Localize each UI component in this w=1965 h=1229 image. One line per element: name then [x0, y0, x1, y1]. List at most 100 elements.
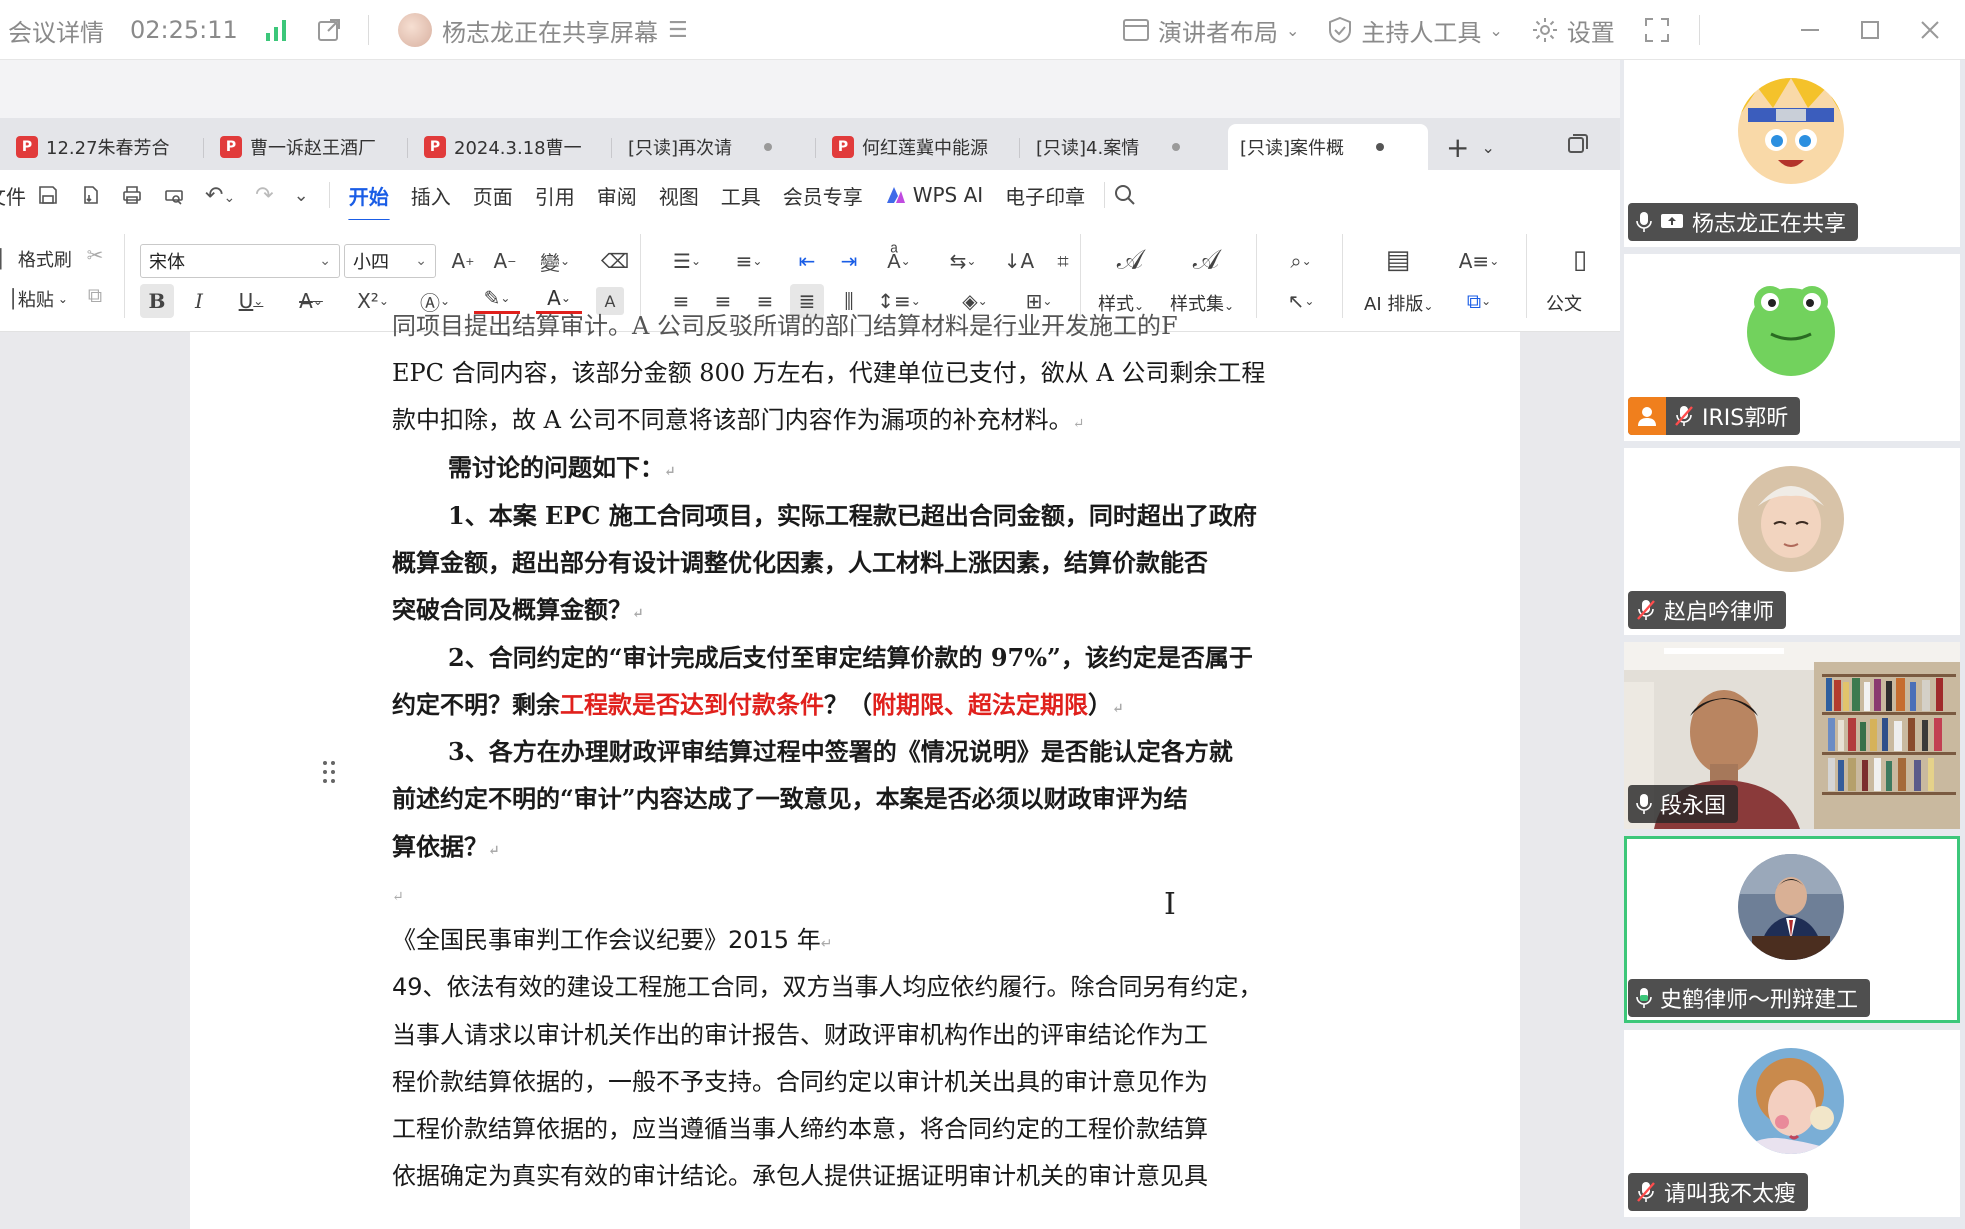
participant-tile[interactable]: 段永国	[1624, 642, 1960, 829]
text-box-icon[interactable]: A≡⌄	[1456, 244, 1502, 278]
sharing-status-text: 杨志龙正在共享屏幕	[442, 13, 658, 48]
tab-document-7[interactable]: W[只读]案件概	[1228, 124, 1428, 170]
meeting-details-label: 会议详情	[8, 13, 104, 48]
highlighted-text: 工程款是否达到付款条件	[560, 690, 824, 719]
avatar	[1738, 854, 1844, 960]
menu-e-seal[interactable]: 电子印章	[994, 181, 1096, 210]
copy-icon[interactable]: ⧉	[78, 278, 112, 312]
menu-member[interactable]: 会员专享	[772, 181, 874, 210]
paste-button[interactable]: ▕粘贴⌄	[0, 286, 68, 312]
increase-font-icon[interactable]: A+	[446, 244, 480, 278]
font-name-select[interactable]: 宋体⌄	[140, 244, 340, 278]
doc-line: 工程价款结算依据的，应当遵循当事人缔约本意，将合同约定的工程价款结算	[392, 1106, 1208, 1153]
list-icon[interactable]: ☰	[668, 18, 688, 43]
text-direction-icon[interactable]: Aͣ⌄	[874, 244, 924, 278]
shapes-icon[interactable]: ⧉⌄	[1456, 284, 1502, 318]
tab-document-3[interactable]: P2024.3.18曹一诉	[412, 124, 612, 170]
superscript-button[interactable]: X²⌄	[350, 284, 396, 318]
underline-button[interactable]: U⌄	[228, 284, 274, 318]
menu-page[interactable]: 页面	[462, 181, 524, 210]
styles-icon[interactable]: 𝒜	[1110, 238, 1150, 282]
export-icon[interactable]	[79, 184, 101, 206]
fullscreen-icon[interactable]	[1643, 16, 1671, 44]
redo-icon[interactable]: ↷	[255, 183, 273, 208]
font-size-select[interactable]: 小四⌄	[344, 244, 436, 278]
document-page[interactable]: 同项目提出结算审计。A 公司反驳所谓的部门结算材料是行业开发施工的F EPC 合…	[190, 332, 1520, 1229]
gear-icon	[1531, 16, 1559, 44]
layout-button[interactable]: 演讲者布局⌄	[1122, 13, 1299, 48]
meeting-details-button[interactable]: 会议详情	[8, 13, 104, 48]
menu-insert[interactable]: 插入	[400, 181, 462, 210]
participant-name: IRIS郭昕	[1702, 400, 1788, 432]
ai-layout-button[interactable]: AI 排版⌄	[1364, 290, 1433, 316]
italic-button[interactable]: I	[182, 284, 216, 318]
menu-home[interactable]: 开始	[338, 181, 400, 210]
doc-line: 突破合同及概算金额？↵	[392, 586, 644, 633]
increase-indent-icon[interactable]: ⇥	[832, 244, 866, 278]
numbered-list-icon[interactable]: ≡⌄	[726, 244, 772, 278]
participant-tile[interactable]: 杨志龙正在共享	[1624, 60, 1960, 247]
doc-line: 算依据？↵	[392, 823, 500, 870]
tab-document-2[interactable]: P曹一诉赵王酒厂	[208, 124, 408, 170]
signal-icon[interactable]	[264, 17, 290, 43]
menu-wps-ai[interactable]: WPS AI	[874, 183, 994, 207]
decrease-font-icon[interactable]: A−	[488, 244, 522, 278]
participant-tile[interactable]: 请叫我不太瘦	[1624, 1030, 1960, 1217]
participant-tile[interactable]: IRIS郭昕	[1624, 254, 1960, 441]
ai-layout-icon[interactable]: ▤	[1378, 238, 1418, 282]
bullet-list-icon[interactable]: ☰⌄	[664, 244, 710, 278]
pdf-file-icon: P	[832, 136, 854, 158]
participant-tile-active-speaker[interactable]: 史鹤律师～刑辩建工	[1624, 836, 1960, 1023]
tab-document-5[interactable]: P何红莲冀中能源	[820, 124, 1020, 170]
decrease-indent-icon[interactable]: ⇤	[790, 244, 824, 278]
search-icon[interactable]	[1113, 183, 1137, 207]
style-set-icon[interactable]: 𝒜	[1186, 238, 1226, 282]
tab-document-1[interactable]: P12.27朱春芳合	[4, 124, 204, 170]
participant-name: 段永国	[1660, 788, 1726, 820]
menu-tools[interactable]: 工具	[710, 181, 772, 210]
window-restore-icon[interactable]	[1566, 132, 1590, 156]
participant-tile[interactable]: 赵启吟律师	[1624, 448, 1960, 635]
bold-button[interactable]: B	[140, 284, 174, 318]
format-painter-button[interactable]: ▏格式刷	[0, 246, 72, 272]
select-icon[interactable]: ↖⌄	[1278, 284, 1324, 318]
clear-format-icon[interactable]: ⌫	[598, 244, 632, 278]
minimize-icon[interactable]	[1799, 19, 1821, 41]
sort-icon[interactable]: ↓A	[1002, 244, 1036, 278]
style-set-button[interactable]: 样式集⌄	[1170, 290, 1234, 316]
doc-line: 同项目提出结算审计。A 公司反驳所谓的部门结算材料是行业开发施工的F	[392, 303, 1178, 350]
phonetic-guide-icon[interactable]: 變⌄	[530, 244, 580, 278]
chevron-down-icon[interactable]: ⌄	[294, 185, 309, 206]
print-preview-icon[interactable]	[163, 184, 185, 206]
maximize-icon[interactable]	[1859, 19, 1881, 41]
menu-file[interactable]: 文件	[0, 181, 37, 210]
doc-line: 当事人请求以审计机关作出的审计报告、财政评审机构作出的评审结论作为工	[392, 1012, 1208, 1059]
popout-icon[interactable]	[316, 17, 342, 43]
undo-icon[interactable]: ↶⌄	[205, 183, 235, 208]
official-doc-button[interactable]: 公文	[1546, 290, 1582, 316]
doc-line-text: 款中扣除，故 A 公司不同意将该部门内容作为漏项的补充材料。	[392, 406, 1073, 434]
cut-icon[interactable]: ✂	[78, 238, 112, 272]
save-icon[interactable]	[37, 184, 59, 206]
host-tools-button[interactable]: 主持人工具⌄	[1327, 13, 1502, 48]
strikethrough-button[interactable]: A⌄	[288, 284, 334, 318]
drag-handle-icon[interactable]	[322, 760, 336, 784]
doc-line: 1、本案 EPC 施工合同项目，实际工程款已超出合同金额，同时超出了政府	[448, 492, 1257, 539]
unsaved-dot-icon	[1376, 143, 1384, 151]
text-transform-icon[interactable]: ⇆⌄	[940, 244, 986, 278]
menu-review[interactable]: 审阅	[586, 181, 648, 210]
show-marks-icon[interactable]: ⌗	[1046, 244, 1080, 278]
find-icon[interactable]: ⌕⌄	[1278, 244, 1324, 278]
tab-document-6[interactable]: W[只读]4.案情	[1024, 124, 1224, 170]
menu-view[interactable]: 视图	[648, 181, 710, 210]
close-icon[interactable]	[1919, 19, 1941, 41]
official-doc-icon[interactable]: ▯	[1560, 238, 1600, 282]
new-tab-button[interactable]: +⌄	[1432, 124, 1509, 170]
doc-line-text: 约定不明？剩余	[392, 690, 560, 719]
tab-document-4[interactable]: W[只读]再次请	[616, 124, 816, 170]
settings-button[interactable]: 设置	[1531, 13, 1615, 48]
print-icon[interactable]	[121, 184, 143, 206]
avatar	[1738, 272, 1844, 378]
menu-references[interactable]: 引用	[524, 181, 586, 210]
doc-line: 《全国民事审判工作会议纪要》2015 年↵	[392, 917, 832, 964]
